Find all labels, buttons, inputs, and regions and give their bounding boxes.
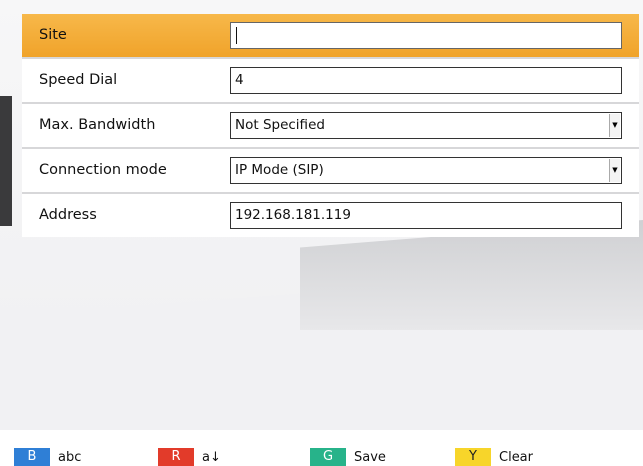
speed-dial-value: 4 — [235, 72, 244, 88]
blue-key-hint[interactable]: B abc — [14, 448, 81, 466]
red-key-hint[interactable]: R a↓ — [158, 448, 221, 466]
address-label: Address — [39, 207, 97, 223]
dropdown-arrow-icon[interactable]: ▼ — [609, 159, 620, 182]
green-key-chip: G — [310, 448, 346, 466]
max-bandwidth-value: Not Specified — [235, 117, 325, 133]
row-site[interactable]: Site — [22, 14, 639, 59]
row-connection-mode[interactable]: Connection mode IP Mode (SIP) ▼ — [22, 149, 639, 194]
row-speed-dial[interactable]: Speed Dial 4 — [22, 59, 639, 104]
row-max-bandwidth[interactable]: Max. Bandwidth Not Specified ▼ — [22, 104, 639, 149]
max-bandwidth-label: Max. Bandwidth — [39, 117, 156, 133]
speed-dial-input[interactable]: 4 — [230, 67, 622, 94]
speed-dial-label: Speed Dial — [39, 72, 118, 88]
connection-mode-select[interactable]: IP Mode (SIP) ▼ — [230, 157, 622, 184]
address-value: 192.168.181.119 — [235, 207, 351, 223]
blue-key-chip: B — [14, 448, 50, 466]
blue-key-label: abc — [58, 449, 82, 465]
site-label: Site — [39, 27, 67, 43]
green-key-hint[interactable]: G Save — [310, 448, 386, 466]
connection-mode-label: Connection mode — [39, 162, 167, 178]
background-edge — [0, 96, 12, 226]
site-form: Site Speed Dial 4 Max. Bandwidth Not Spe… — [22, 14, 639, 237]
site-input[interactable] — [230, 22, 622, 49]
green-key-label: Save — [354, 449, 386, 465]
yellow-key-hint[interactable]: Y Clear — [455, 448, 533, 466]
red-key-chip: R — [158, 448, 194, 466]
address-input[interactable]: 192.168.181.119 — [230, 202, 622, 229]
row-address[interactable]: Address 192.168.181.119 — [22, 194, 639, 237]
dropdown-arrow-icon[interactable]: ▼ — [609, 114, 620, 137]
text-cursor — [236, 27, 237, 44]
yellow-key-chip: Y — [455, 448, 491, 466]
max-bandwidth-select[interactable]: Not Specified ▼ — [230, 112, 622, 139]
yellow-key-label: Clear — [499, 449, 533, 465]
red-key-label: a↓ — [202, 449, 221, 465]
connection-mode-value: IP Mode (SIP) — [235, 162, 324, 178]
